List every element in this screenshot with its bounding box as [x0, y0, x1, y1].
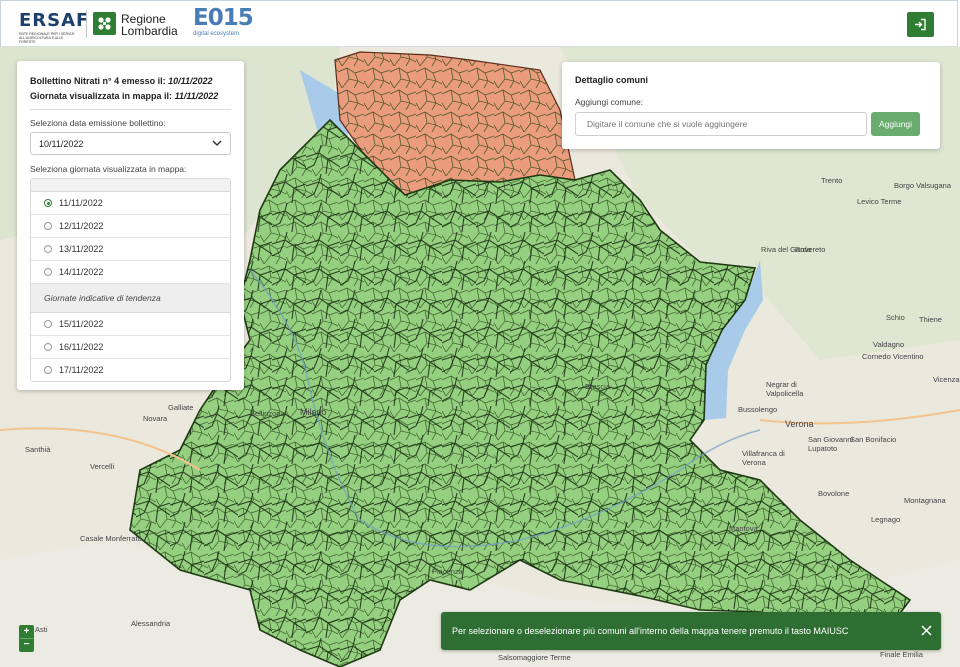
place-label: Brescia [585, 382, 611, 391]
radio[interactable] [44, 343, 52, 351]
place-label: Casale Monferrato [80, 534, 142, 543]
radio[interactable] [44, 245, 52, 253]
e015-logo-text: E015 [193, 5, 254, 31]
bulletin-issued-date: 10/11/2022 [168, 76, 213, 86]
bulletin-displayed-date: 11/11/2022 [174, 91, 219, 101]
day-option-label: 13/11/2022 [59, 244, 104, 254]
place-label: Borgo Valsugana [894, 181, 951, 190]
day-option-label: 14/11/2022 [59, 267, 104, 277]
bulletin-issued-line: Bollettino Nitrati n° 4 emesso il: 10/11… [30, 74, 231, 89]
regione-lombardia-logo-text: Regione Lombardia [121, 12, 178, 38]
place-label: San Bonifacio [850, 435, 897, 444]
place-label: Finale Emilia [880, 650, 923, 659]
app-header: ERSAF ENTE REGIONALE PER I SERVIZI ALL'A… [0, 0, 958, 47]
day-option[interactable]: 14/11/2022 [31, 261, 230, 284]
bulletin-issued-label: Bollettino Nitrati n° 4 emesso il: [30, 76, 166, 86]
date-select[interactable]: 10/11/2022 [30, 132, 231, 155]
add-municipality-button[interactable]: Aggiungi [871, 112, 920, 136]
day-option-label: 15/11/2022 [59, 319, 104, 329]
place-label: Cornedo Vicentino [862, 352, 924, 361]
date-select-label: Seleziona data emissione bollettino: [30, 118, 166, 128]
close-icon [920, 624, 932, 636]
ersaf-logo: ERSAF ENTE REGIONALE PER I SERVIZI ALL'A… [19, 10, 89, 44]
place-label: Trento [821, 176, 843, 185]
place-label: Bussolengo [738, 405, 778, 414]
e015-logo: E015 digital ecosystem [193, 5, 254, 38]
regione-lombardia-logo-icon [93, 12, 116, 35]
place-label: Novara [143, 414, 168, 423]
add-municipality-label: Aggiungi comune: [575, 97, 644, 107]
radio[interactable] [44, 268, 52, 276]
add-municipality-row: Aggiungi [575, 112, 927, 136]
place-label: Verona [785, 419, 814, 429]
toast-close-button[interactable] [919, 623, 933, 637]
place-label: Milano [300, 407, 327, 417]
chevron-down-icon [212, 140, 222, 146]
day-option-label: 12/11/2022 [59, 221, 104, 231]
place-label: Villafranca di Verona [742, 449, 785, 467]
day-option[interactable]: 12/11/2022 [31, 215, 230, 238]
day-option[interactable]: 13/11/2022 [31, 238, 230, 261]
trend-days-header: Giornate indicative di tendenza [31, 284, 230, 313]
place-label: Alessandria [131, 619, 171, 628]
radio-group-header [31, 179, 230, 192]
place-label: Thiene [919, 315, 942, 324]
zoom-out-button[interactable]: − [20, 638, 33, 651]
login-button[interactable] [907, 12, 934, 37]
day-select-label: Seleziona giornata visualizzata in mappa… [30, 164, 187, 174]
info-toast: Per selezionare o deselezionare più comu… [441, 612, 941, 650]
place-label: Negrar di Valpolicella [766, 380, 804, 398]
place-label: Levico Terme [857, 197, 902, 206]
radio[interactable] [44, 320, 52, 328]
place-label: Valdagno [873, 340, 905, 349]
trend-day-option[interactable]: 16/11/2022 [31, 336, 230, 359]
logo-divider [86, 10, 87, 38]
place-label: Schio [886, 313, 905, 322]
radio-selected[interactable] [44, 199, 52, 207]
place-label: Salsomaggiore Terme [498, 653, 571, 662]
day-option-label: 17/11/2022 [59, 365, 104, 375]
bulletin-panel: Bollettino Nitrati n° 4 emesso il: 10/11… [17, 61, 244, 390]
zoom-in-button[interactable]: + [20, 626, 33, 638]
place-label: Asti [35, 625, 48, 634]
day-radio-group: 11/11/2022 12/11/2022 13/11/2022 14/11/2… [30, 178, 231, 382]
trend-day-option[interactable]: 15/11/2022 [31, 313, 230, 336]
place-label: Bellinzona [250, 409, 285, 418]
divider [30, 109, 231, 110]
zoom-control: + − [19, 625, 34, 652]
toast-message: Per selezionare o deselezionare più comu… [452, 626, 849, 636]
place-label: Vercelli [90, 462, 115, 471]
ersaf-logo-text: ERSAF [19, 10, 90, 31]
municipality-detail-panel: Dettaglio comuni Aggiungi comune: Aggiun… [562, 62, 940, 149]
place-label: Montagnana [904, 496, 946, 505]
ersaf-logo-subtitle: ENTE REGIONALE PER I SERVIZI ALL'AGRICOL… [19, 32, 75, 44]
place-label: Galliate [168, 403, 194, 412]
bulletin-displayed-label: Giornata visualizzata in mappa il: [30, 91, 173, 101]
place-label: Vicenza [933, 375, 960, 384]
place-label: Piacenza [432, 567, 463, 576]
detail-title: Dettaglio comuni [575, 75, 649, 85]
date-select-value: 10/11/2022 [39, 138, 84, 149]
municipality-search-input[interactable] [575, 112, 867, 136]
place-label: Rovereto [795, 245, 826, 254]
bulletin-displayed-line: Giornata visualizzata in mappa il: 11/11… [30, 89, 231, 104]
radio[interactable] [44, 222, 52, 230]
place-label: Legnago [871, 515, 901, 524]
place-label: Santhià [25, 445, 51, 454]
place-label: Bovolone [818, 489, 850, 498]
e015-logo-subtitle: digital ecosystem [193, 31, 240, 37]
sign-in-icon [915, 18, 926, 31]
radio[interactable] [44, 366, 52, 374]
day-option-label: 16/11/2022 [59, 342, 104, 352]
day-option-label: 11/11/2022 [59, 198, 103, 208]
trend-day-option[interactable]: 17/11/2022 [31, 359, 230, 381]
place-label: Mantova [729, 524, 758, 533]
day-option[interactable]: 11/11/2022 [31, 192, 230, 215]
